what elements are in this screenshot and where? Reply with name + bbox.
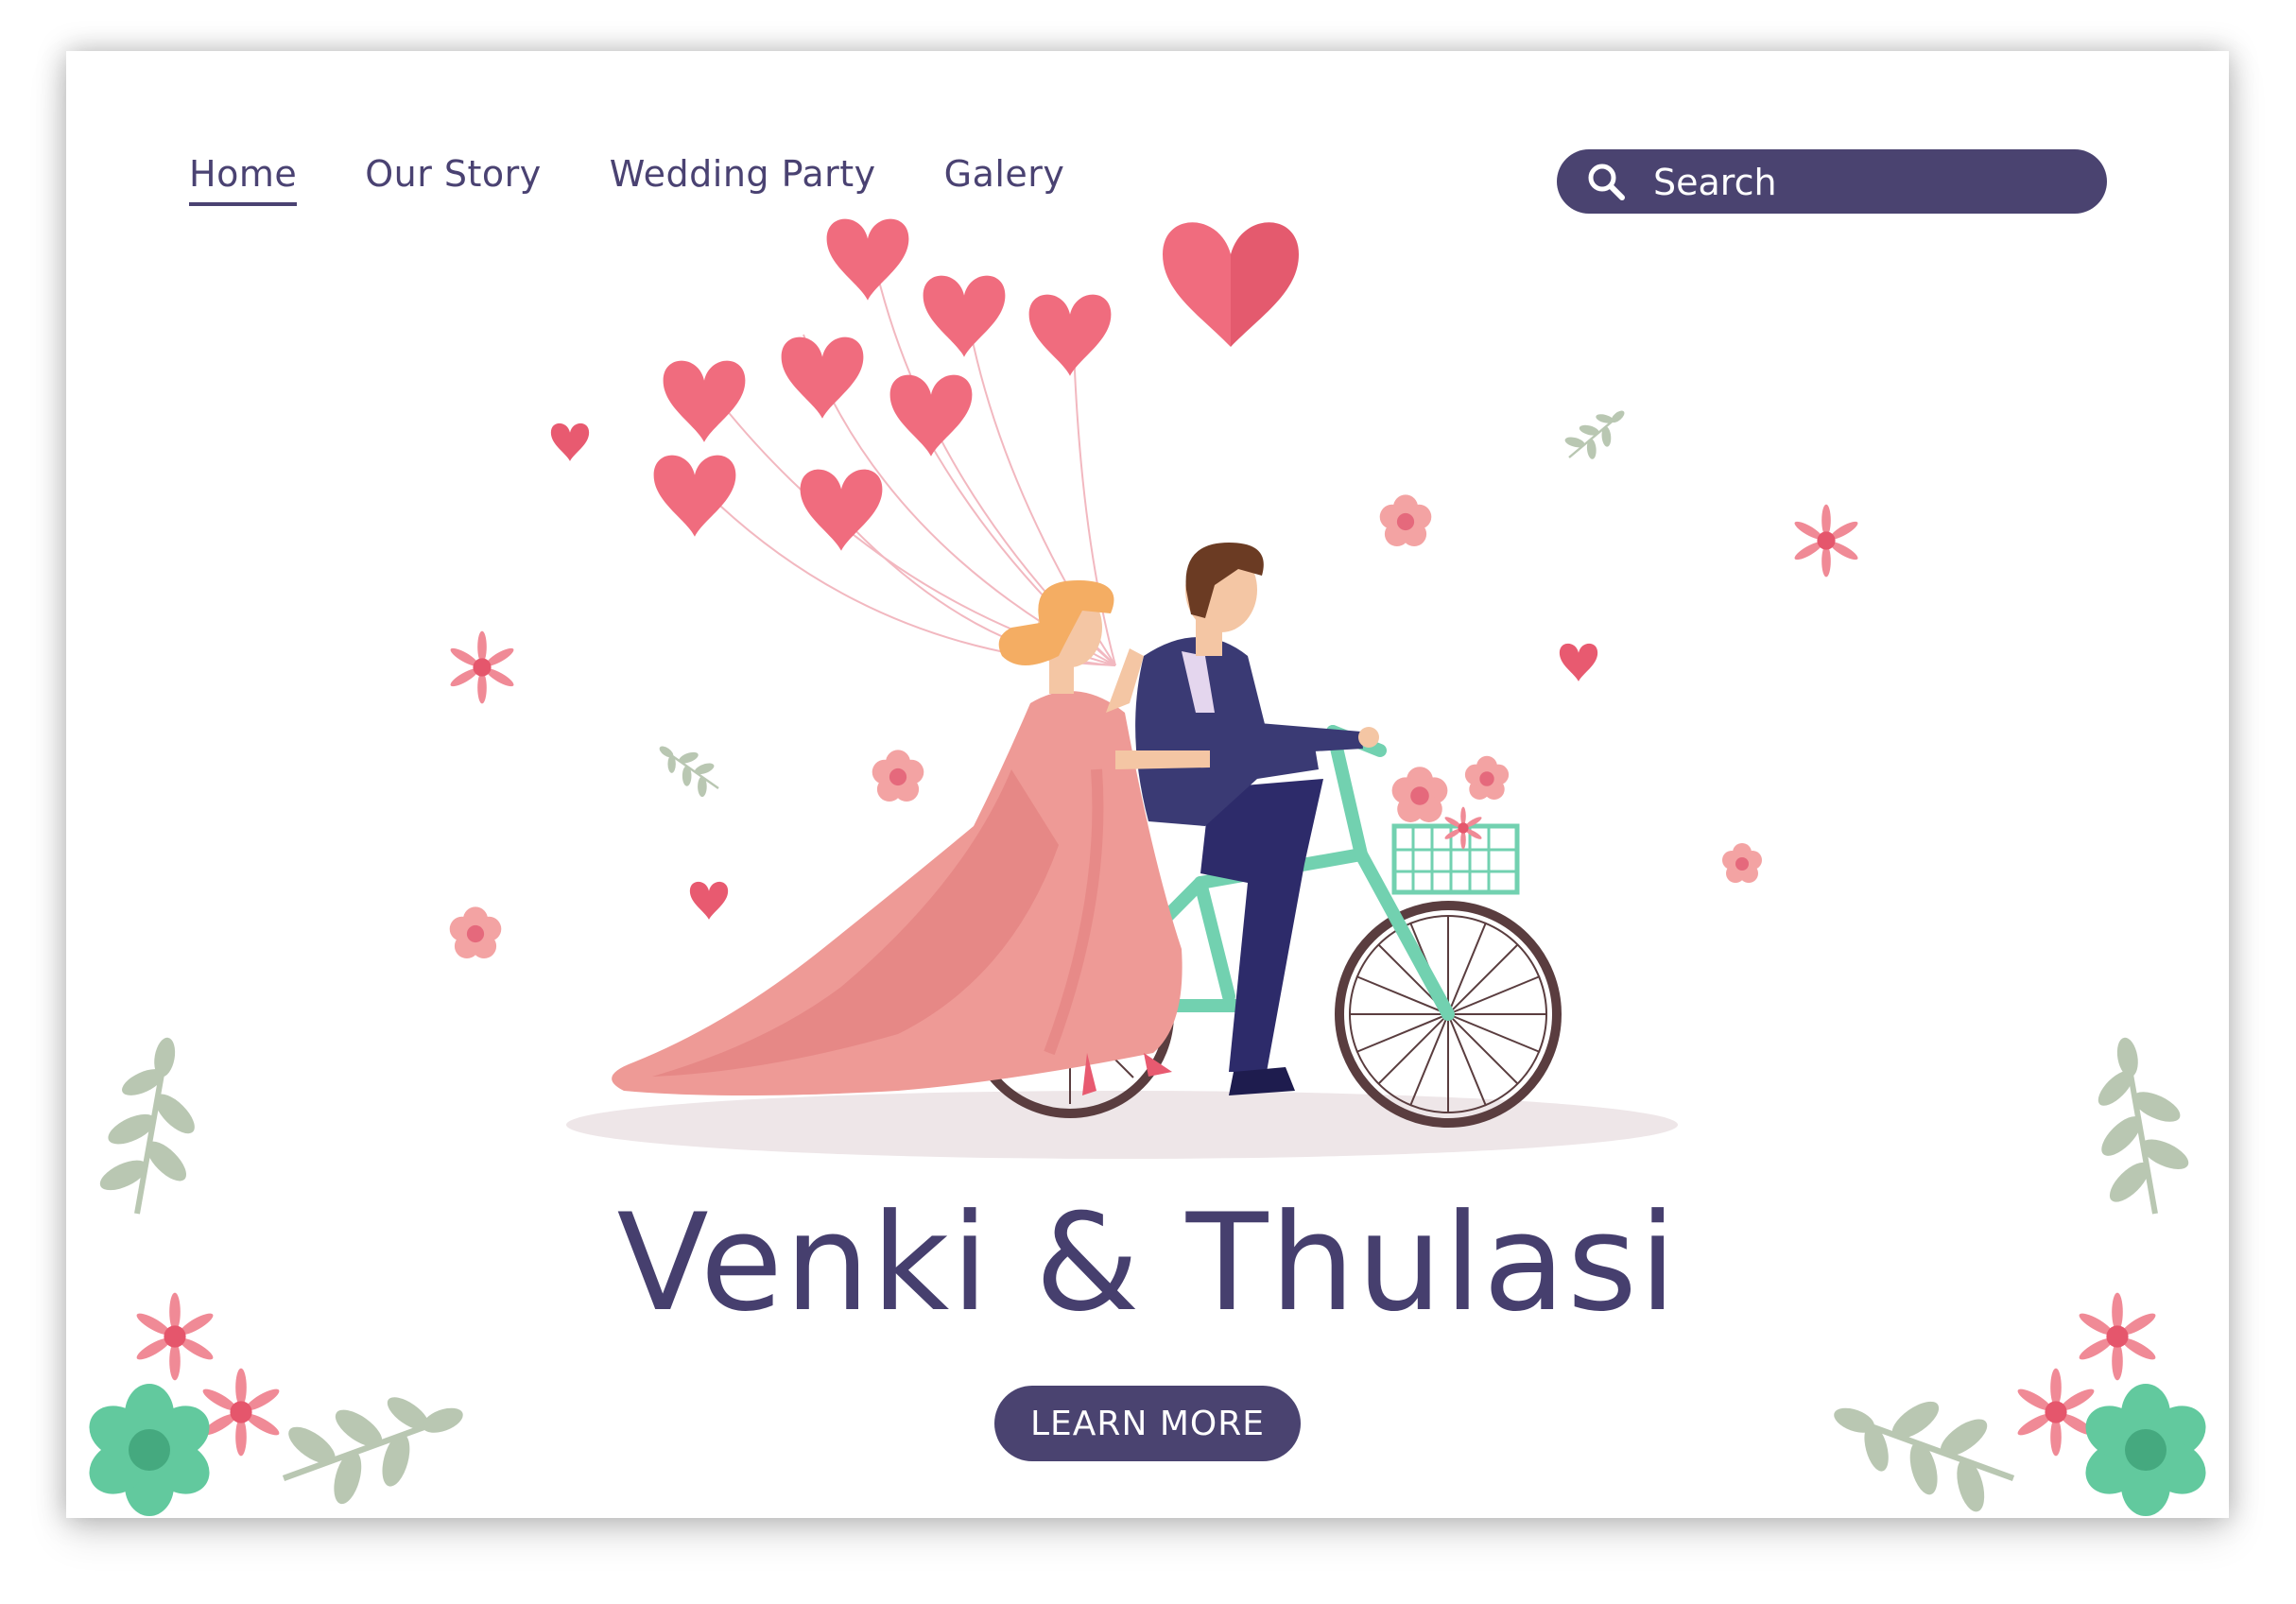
heart-balloons [653, 218, 1112, 551]
bride [612, 580, 1210, 1095]
landing-page-card: Home Our Story Wedding Party Galery Sear… [66, 51, 2229, 1518]
couple-names-title: Venki & Thulasi [616, 1185, 1679, 1341]
learn-more-button[interactable]: LEARN MORE [994, 1386, 1301, 1461]
big-heart [1163, 222, 1299, 347]
